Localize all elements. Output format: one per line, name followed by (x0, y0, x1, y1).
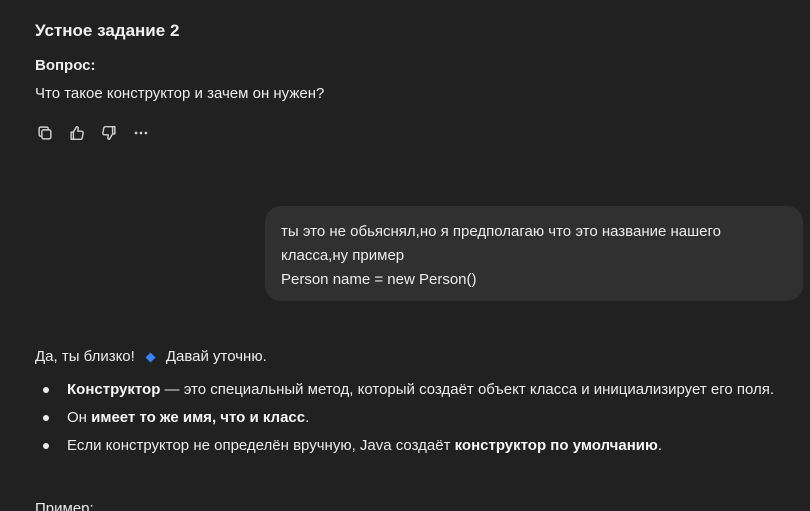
thumbs-down-icon (102, 125, 116, 141)
bold-term: имеет то же имя, что и класс (91, 409, 306, 426)
chat-page: Устное задание 2 Вопрос: Что такое конст… (0, 0, 810, 511)
reply-bullet-list: Конструктор — это специальный метод, кот… (35, 376, 795, 460)
bold-term: Конструктор (67, 381, 161, 398)
assistant-reply: Да, ты близко! Давай уточню. Конструктор… (35, 346, 795, 460)
assistant-message-previous: Устное задание 2 Вопрос: Что такое конст… (35, 20, 775, 104)
task-heading: Устное задание 2 (35, 21, 180, 40)
bullet-text: . (305, 409, 310, 426)
dislike-button[interactable] (99, 123, 119, 143)
copy-button[interactable] (35, 123, 55, 143)
bullet-text: Он (67, 409, 92, 426)
user-message-bubble: ты это не обьяснял,но я предполагаю что … (265, 206, 803, 301)
copy-icon (38, 126, 52, 140)
bullet-text: — это специальный метод, который создаёт… (160, 381, 775, 398)
list-item: Если конструктор не определён вручную, J… (35, 432, 795, 460)
message-actions (35, 123, 151, 143)
question-label: Вопрос: (35, 57, 96, 74)
thumbs-up-icon (70, 125, 84, 141)
reply-lead: Да, ты близко! Давай уточню. (35, 346, 795, 368)
list-item: Он имеет то же имя, что и класс. (35, 404, 795, 432)
like-button[interactable] (67, 123, 87, 143)
user-message-line: ты это не обьяснял,но я предполагаю что … (281, 223, 721, 240)
blue-diamond-icon (145, 352, 156, 362)
bullet-text: . (657, 437, 662, 454)
example-label: Пример: (35, 500, 94, 511)
reply-lead-text: Да, ты близко! (35, 348, 135, 365)
question-text: Что такое конструктор и зачем он нужен? (35, 85, 325, 102)
list-item: Конструктор — это специальный метод, кот… (35, 376, 795, 404)
user-message-line: класса,ну пример (281, 247, 405, 264)
bold-term: конструктор по умолчанию (454, 437, 658, 454)
reply-lead-text: Давай уточню. (165, 348, 267, 365)
user-message-line: Person name = new Person() (281, 271, 477, 288)
bullet-text: Если конструктор не определён вручную, J… (67, 437, 455, 454)
more-icon (134, 131, 148, 135)
more-button[interactable] (131, 123, 151, 143)
